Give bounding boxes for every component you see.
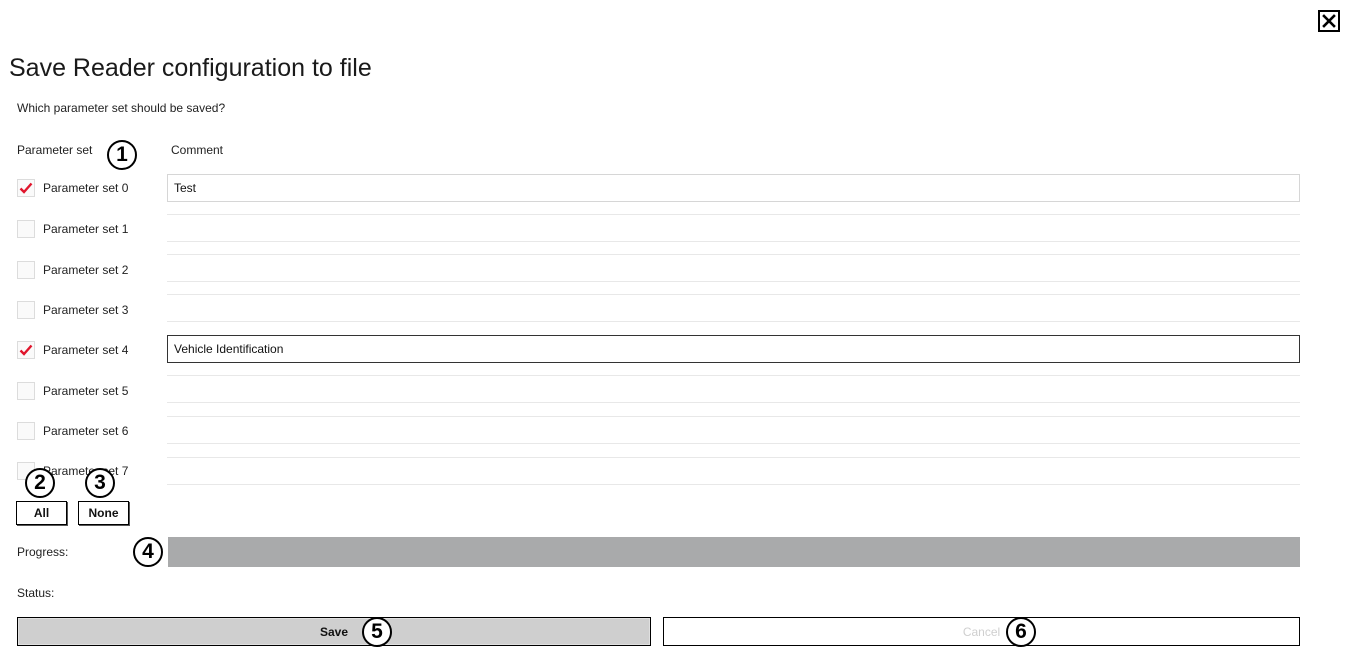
- parameter-set-label: Parameter set 1: [43, 222, 129, 236]
- checkbox-box[interactable]: [17, 220, 35, 238]
- parameter-set-1-checkbox[interactable]: Parameter set 1: [17, 217, 128, 241]
- column-header-comment: Comment: [171, 143, 224, 157]
- parameter-set-label: Parameter set 5: [43, 384, 129, 398]
- progress-bar: [168, 537, 1300, 567]
- parameter-set-label: Parameter set 4: [43, 343, 129, 357]
- checkbox-box[interactable]: [17, 341, 35, 359]
- parameter-set-3-comment-input[interactable]: [167, 294, 1300, 322]
- callout-6: 6: [1006, 617, 1036, 647]
- parameter-set-3-checkbox[interactable]: Parameter set 3: [17, 298, 128, 322]
- parameter-set-0-comment-input[interactable]: [167, 174, 1300, 202]
- parameter-set-6-comment-input[interactable]: [167, 416, 1300, 444]
- parameter-set-5-checkbox[interactable]: Parameter set 5: [17, 379, 128, 403]
- checkmark-icon: [19, 344, 33, 356]
- save-button[interactable]: Save: [17, 617, 651, 646]
- parameter-set-2-checkbox[interactable]: Parameter set 2: [17, 258, 128, 282]
- parameter-set-1-comment-input[interactable]: [167, 214, 1300, 242]
- parameter-set-5-comment-input[interactable]: [167, 375, 1300, 403]
- parameter-set-2-comment-input[interactable]: [167, 254, 1300, 282]
- close-x-icon: [1322, 14, 1336, 28]
- progress-label: Progress:: [17, 545, 69, 559]
- checkbox-box[interactable]: [17, 301, 35, 319]
- parameter-set-label: Parameter set 0: [43, 181, 129, 195]
- checkmark-icon: [19, 182, 33, 194]
- parameter-set-4-comment-input[interactable]: [167, 335, 1300, 363]
- status-label: Status:: [17, 586, 55, 600]
- parameter-set-7-comment-input[interactable]: [167, 457, 1300, 485]
- dialog-question: Which parameter set should be saved?: [17, 101, 226, 115]
- parameter-set-6-checkbox[interactable]: Parameter set 6: [17, 419, 128, 443]
- callout-5: 5: [362, 617, 392, 647]
- checkbox-box[interactable]: [17, 179, 35, 197]
- parameter-set-0-checkbox[interactable]: Parameter set 0: [17, 176, 128, 200]
- dialog-title: Save Reader configuration to file: [9, 54, 372, 82]
- close-button[interactable]: [1318, 10, 1340, 32]
- callout-3: 3: [85, 468, 115, 498]
- select-all-button[interactable]: All: [16, 501, 67, 525]
- parameter-set-4-checkbox[interactable]: Parameter set 4: [17, 338, 128, 362]
- callout-1: 1: [107, 140, 137, 170]
- callout-2: 2: [25, 468, 55, 498]
- parameter-set-label: Parameter set 6: [43, 424, 129, 438]
- checkbox-box[interactable]: [17, 382, 35, 400]
- select-none-button[interactable]: None: [78, 501, 129, 525]
- checkbox-box[interactable]: [17, 261, 35, 279]
- parameter-set-label: Parameter set 3: [43, 303, 129, 317]
- progress-bar-fill: [168, 537, 1300, 567]
- cancel-button[interactable]: Cancel: [663, 617, 1300, 646]
- column-header-parameter-set: Parameter set: [17, 143, 93, 157]
- callout-4: 4: [133, 537, 163, 567]
- parameter-set-label: Parameter set 2: [43, 263, 129, 277]
- checkbox-box[interactable]: [17, 422, 35, 440]
